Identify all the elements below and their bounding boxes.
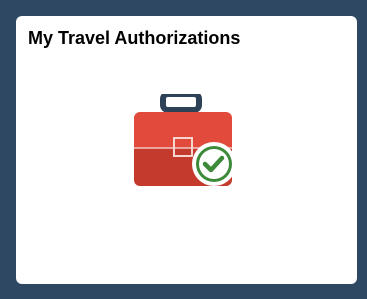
tile-title: My Travel Authorizations [28,28,241,48]
briefcase-handle [160,94,202,113]
dashboard-background: My Travel Authorizations [0,0,367,299]
briefcase-check-icon [134,94,236,186]
travel-authorizations-tile[interactable]: My Travel Authorizations [16,16,357,284]
